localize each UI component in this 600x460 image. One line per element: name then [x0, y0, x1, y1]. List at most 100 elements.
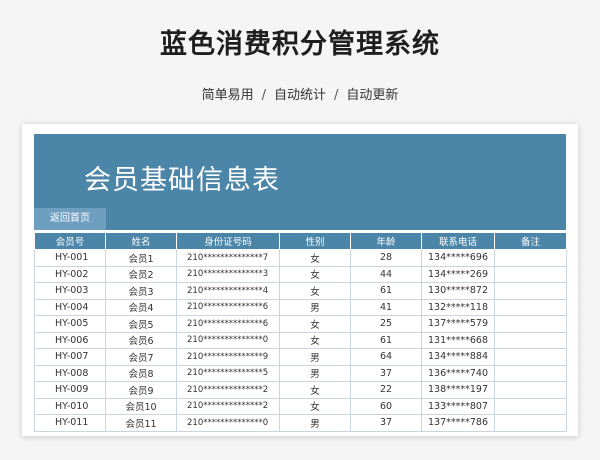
cell-phone: 136*****740: [421, 364, 495, 382]
subtitle-item-auto-update: 自动更新: [346, 88, 399, 103]
cell-gender: 女: [279, 249, 351, 267]
cell-phone: 133*****807: [421, 397, 495, 415]
cell-gender: 女: [279, 265, 351, 283]
table-row: HY-011 会员11 210**************0 男 37 137*****7…: [34, 414, 567, 432]
column-header-id-card: 身份证号码: [176, 232, 280, 250]
table-row: HY-009 会员9 210**************2 女 22 138*****19…: [34, 381, 567, 399]
cell-member-id: HY-004: [34, 298, 106, 316]
cell-id-card: 210**************5: [176, 364, 280, 382]
cell-remark: [494, 331, 567, 349]
cell-gender: 女: [279, 397, 351, 415]
cell-remark: [494, 414, 567, 432]
subtitle-separator: /: [334, 88, 339, 103]
cell-id-card: 210**************2: [176, 381, 280, 399]
cell-remark: [494, 381, 567, 399]
cell-gender: 女: [279, 381, 351, 399]
cell-remark: [494, 249, 567, 267]
cell-member-id: HY-011: [34, 414, 106, 432]
cell-member-id: HY-002: [34, 265, 106, 283]
cell-name: 会员3: [105, 282, 177, 300]
cell-name: 会员1: [105, 249, 177, 267]
cell-age: 37: [350, 414, 422, 432]
cell-age: 37: [350, 364, 422, 382]
cell-phone: 134*****884: [421, 348, 495, 366]
cell-member-id: HY-003: [34, 282, 106, 300]
cell-member-id: HY-005: [34, 315, 106, 333]
column-header-gender: 性别: [279, 232, 351, 250]
cell-name: 会员7: [105, 348, 177, 366]
cell-age: 44: [350, 265, 422, 283]
cell-id-card: 210**************0: [176, 331, 280, 349]
cell-id-card: 210**************6: [176, 315, 280, 333]
cell-remark: [494, 348, 567, 366]
table-row: HY-010 会员10 210**************2 女 60 133*****8…: [34, 397, 567, 415]
table-row: HY-008 会员8 210**************5 男 37 136*****74…: [34, 364, 567, 382]
cell-member-id: HY-010: [34, 397, 106, 415]
cell-gender: 女: [279, 315, 351, 333]
page-subtitle: 简单易用 / 自动统计 / 自动更新: [0, 84, 600, 103]
table-row: HY-007 会员7 210**************9 男 64 134*****88…: [34, 348, 567, 366]
sheet-banner: 会员基础信息表 返回首页: [34, 134, 566, 230]
cell-id-card: 210**************4: [176, 282, 280, 300]
cell-age: 60: [350, 397, 422, 415]
cell-name: 会员10: [105, 397, 177, 415]
cell-id-card: 210**************3: [176, 265, 280, 283]
table-row: HY-002 会员2 210**************3 女 44 134*****26…: [34, 265, 567, 283]
cell-member-id: HY-007: [34, 348, 106, 366]
subtitle-separator: /: [261, 88, 266, 103]
subtitle-item-easy: 简单易用: [201, 88, 254, 103]
cell-age: 25: [350, 315, 422, 333]
cell-remark: [494, 282, 567, 300]
column-header-name: 姓名: [105, 232, 177, 250]
cell-phone: 132*****118: [421, 298, 495, 316]
cell-age: 61: [350, 282, 422, 300]
page-title: 蓝色消费积分管理系统: [160, 29, 440, 60]
cell-age: 22: [350, 381, 422, 399]
cell-remark: [494, 265, 567, 283]
column-header-phone: 联系电话: [421, 232, 495, 250]
member-table: 会员号 姓名 身份证号码 性别 年龄 联系电话 备注 HY-001 会员1 210*******…: [34, 232, 567, 432]
table-row: HY-004 会员4 210**************6 男 41 132*****11…: [34, 298, 567, 316]
cell-name: 会员2: [105, 265, 177, 283]
cell-phone: 131*****668: [421, 331, 495, 349]
cell-id-card: 210**************7: [176, 249, 280, 267]
spreadsheet-preview: 会员基础信息表 返回首页 会员号 姓名 身份证号码 性别 年龄 联系电话 备注 HY-001…: [22, 124, 578, 436]
subtitle-item-auto-stats: 自动统计: [273, 88, 326, 103]
cell-phone: 134*****269: [421, 265, 495, 283]
cell-member-id: HY-008: [34, 364, 106, 382]
cell-id-card: 210**************2: [176, 397, 280, 415]
cell-id-card: 210**************0: [176, 414, 280, 432]
cell-gender: 男: [279, 414, 351, 432]
cell-phone: 137*****786: [421, 414, 495, 432]
cell-member-id: HY-006: [34, 331, 106, 349]
column-header-remark: 备注: [494, 232, 567, 250]
cell-gender: 男: [279, 298, 351, 316]
cell-member-id: HY-001: [34, 249, 106, 267]
cell-gender: 女: [279, 331, 351, 349]
cell-id-card: 210**************6: [176, 298, 280, 316]
column-header-age: 年龄: [350, 232, 422, 250]
cell-gender: 男: [279, 348, 351, 366]
cell-phone: 137*****579: [421, 315, 495, 333]
column-header-member-id: 会员号: [34, 232, 106, 250]
table-header-row: 会员号 姓名 身份证号码 性别 年龄 联系电话 备注: [34, 232, 567, 250]
cell-age: 41: [350, 298, 422, 316]
cell-phone: 134*****696: [421, 249, 495, 267]
table-row: HY-001 会员1 210**************7 女 28 134*****69…: [34, 249, 567, 267]
sheet-title: 会员基础信息表: [84, 165, 280, 196]
cell-name: 会员4: [105, 298, 177, 316]
cell-remark: [494, 364, 567, 382]
cell-age: 28: [350, 249, 422, 267]
back-home-button[interactable]: 返回首页: [34, 208, 106, 230]
table-body: HY-001 会员1 210**************7 女 28 134*****69…: [34, 249, 567, 432]
cell-gender: 男: [279, 364, 351, 382]
cell-age: 64: [350, 348, 422, 366]
cell-phone: 130*****872: [421, 282, 495, 300]
cell-id-card: 210**************9: [176, 348, 280, 366]
cell-name: 会员6: [105, 331, 177, 349]
cell-member-id: HY-009: [34, 381, 106, 399]
cell-age: 61: [350, 331, 422, 349]
cell-gender: 女: [279, 282, 351, 300]
table-row: HY-005 会员5 210**************6 女 25 137*****57…: [34, 315, 567, 333]
cell-phone: 138*****197: [421, 381, 495, 399]
